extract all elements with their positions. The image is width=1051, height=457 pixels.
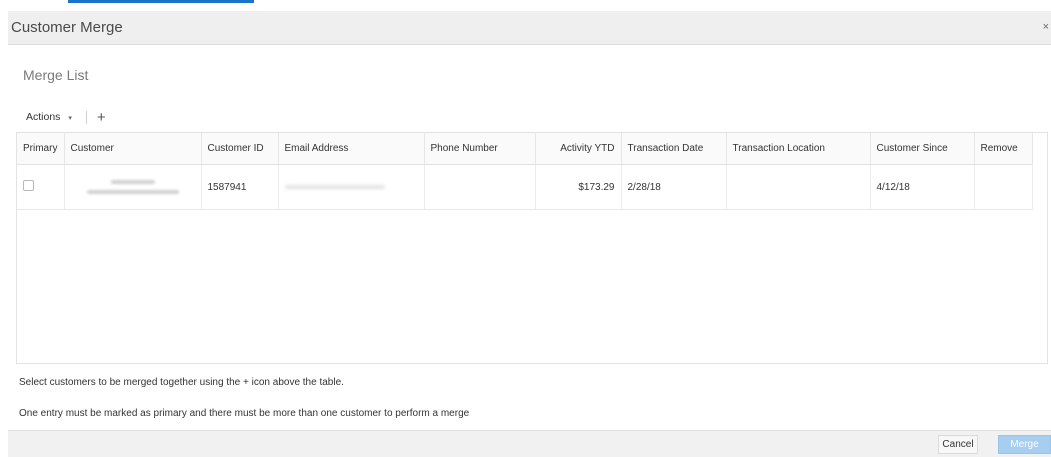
- toolbar-divider: [85, 110, 87, 124]
- column-header-primary[interactable]: Primary: [17, 133, 65, 165]
- merge-list-table: Primary Customer Customer ID Email Addre…: [16, 132, 1048, 364]
- top-accent-bar: [68, 0, 254, 3]
- column-header-email[interactable]: Email Address: [278, 133, 425, 165]
- transaction-date-cell: 2/28/18: [621, 164, 727, 210]
- add-icon[interactable]: +: [97, 110, 106, 125]
- redacted-customer-address: [86, 190, 179, 194]
- grid-toolbar: Actions ▾ +: [26, 108, 106, 126]
- close-icon[interactable]: ×: [1043, 21, 1049, 33]
- phone-cell: [424, 164, 536, 210]
- column-header-remove[interactable]: Remove: [974, 133, 1033, 165]
- column-header-customer-id[interactable]: Customer ID: [201, 133, 279, 165]
- remove-cell[interactable]: [974, 164, 1033, 210]
- column-header-customer-since[interactable]: Customer Since: [870, 133, 975, 165]
- instruction-text-select: Select customers to be merged together u…: [19, 377, 344, 388]
- column-header-phone[interactable]: Phone Number: [424, 133, 536, 165]
- table-header-row: Primary Customer Customer ID Email Addre…: [17, 133, 1033, 165]
- merge-button[interactable]: Merge: [998, 435, 1051, 454]
- section-title: Merge List: [23, 67, 89, 83]
- column-header-transaction-location[interactable]: Transaction Location: [726, 133, 871, 165]
- activity-ytd-cell: $173.29: [535, 164, 622, 210]
- column-header-transaction-date[interactable]: Transaction Date: [621, 133, 727, 165]
- actions-label: Actions: [26, 111, 61, 123]
- actions-menu-button[interactable]: Actions ▾: [26, 111, 72, 123]
- column-header-activity-ytd[interactable]: Activity YTD: [535, 133, 622, 165]
- dialog-title: Customer Merge: [11, 19, 123, 36]
- customer-since-cell: 4/12/18: [870, 164, 975, 210]
- table-row: 1587941 $173.29 2/28/18 4/12/18: [17, 164, 1033, 210]
- customer-id-cell: 1587941: [201, 164, 279, 210]
- instruction-text-primary: One entry must be marked as primary and …: [19, 408, 470, 419]
- column-header-customer[interactable]: Customer: [64, 133, 202, 165]
- customer-cell-redacted: [64, 164, 202, 210]
- email-cell: [278, 164, 425, 210]
- redacted-customer-name: [110, 180, 155, 184]
- cancel-button[interactable]: Cancel: [938, 435, 978, 454]
- redacted-email: [284, 185, 385, 189]
- primary-cell: [17, 164, 65, 210]
- dialog-footer: Cancel Merge: [8, 430, 1051, 457]
- primary-checkbox[interactable]: [23, 180, 34, 191]
- chevron-down-icon: ▾: [68, 115, 72, 122]
- dialog-title-bar: Customer Merge ×: [8, 11, 1051, 45]
- transaction-location-cell: [726, 164, 871, 210]
